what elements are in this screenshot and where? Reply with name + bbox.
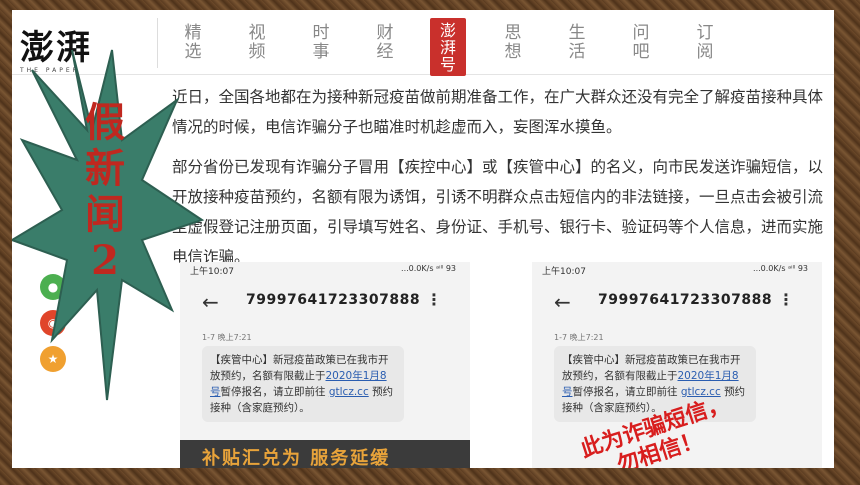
msg-url-link[interactable]: gtlcz.cc [329,386,369,398]
sender-number: 79997641723307888 [246,292,421,308]
nav-item-shenghuo[interactable]: 生 活 [566,24,588,62]
nav-item-shipin[interactable]: 视 频 [246,24,268,62]
back-arrow-icon[interactable]: ← [554,290,571,314]
article-body: 近日，全国各地都在为接种新冠疫苗做前期准备工作，在广大群众还没有完全了解疫苗接种… [172,82,824,282]
nav-item-pengpaihao[interactable]: 澎 湃 号 [430,18,466,76]
nav-item-shishi[interactable]: 时 事 [310,24,332,62]
footer-text: 补贴汇兑为 服务延缓 [202,448,391,468]
sms-screenshot-1: 上午10:07 ...0.0K/s ᵃⁱˡˡ 93 ← 799976417233… [180,262,470,468]
sender-number: 79997641723307888 [598,292,773,308]
more-options-icon[interactable]: ⋮ [778,290,794,309]
status-time: 上午10:07 [542,267,586,277]
nav-item-caijing[interactable]: 财 经 [374,24,396,62]
nav-item-dingyue[interactable]: 订 阅 [694,24,716,62]
nav-item-sixiang[interactable]: 思 想 [502,24,524,62]
msg-text-b: 暂停报名，请立即前往 [220,386,326,398]
article-paragraph-1: 近日，全国各地都在为接种新冠疫苗做前期准备工作，在广大群众还没有完全了解疫苗接种… [172,88,824,136]
sms-bubble: 【疾管中心】新冠疫苗政策已在我市开放预约，名额有限截止于2020年1月8号暂停报… [202,346,404,422]
page-content: 澎湃 THE PAPER 精 选 视 频 时 事 财 经 澎 湃 号 思 想 生… [12,10,834,468]
status-indicators: ...0.0K/s ᵃⁱˡˡ 93 [753,264,808,273]
phone-footer: 补贴汇兑为 服务延缓 [180,440,470,468]
msg-text-b: 暂停报名，请立即前往 [572,386,678,398]
more-options-icon[interactable]: ⋮ [426,290,442,309]
sms-screenshot-2: 上午10:07 ...0.0K/s ᵃⁱˡˡ 93 ← 799976417233… [532,262,822,468]
fake-news-label: 假 新 闻 2 [85,99,125,284]
nav-item-wenba[interactable]: 问 吧 [630,24,652,62]
message-timestamp: 1-7 晚上7:21 [554,333,604,342]
status-indicators: ...0.0K/s ᵃⁱˡˡ 93 [401,264,456,273]
article-paragraph-2: 部分省份已发现有诈骗分子冒用【疾控中心】或【疾管中心】的名义，向市民发送诈骗短信… [172,158,824,266]
